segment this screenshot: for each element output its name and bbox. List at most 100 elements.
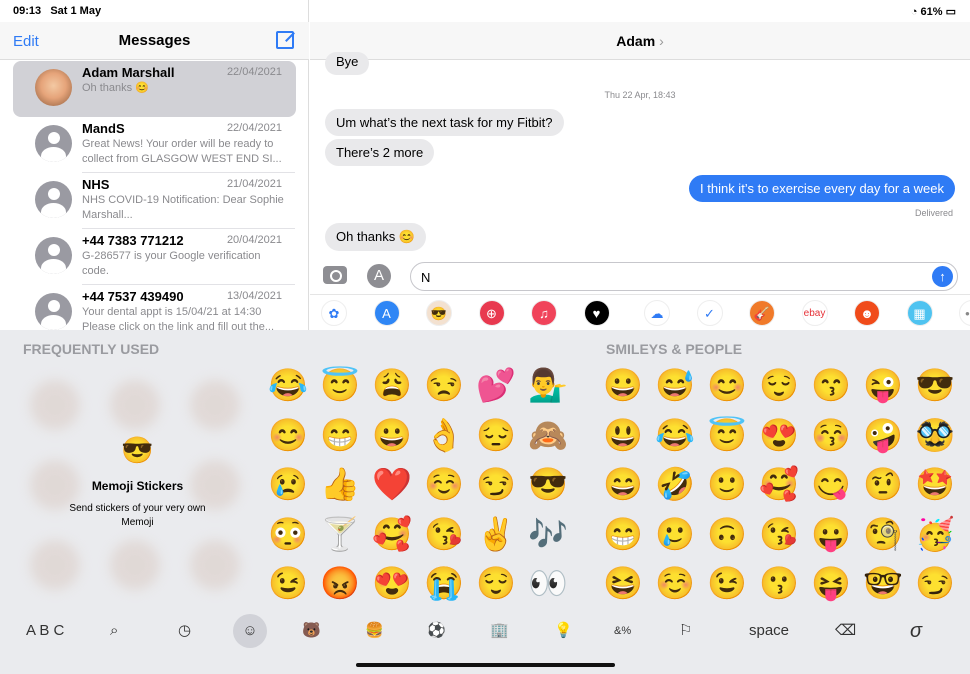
heart-app-icon[interactable]: ♥ xyxy=(583,300,610,326)
symbols-category-icon[interactable]: &% xyxy=(614,618,631,644)
memoji-stickers-promo[interactable]: 😎 Memoji Stickers Send stickers of your … xyxy=(60,435,215,530)
emoji-key[interactable]: 😏 xyxy=(474,462,518,506)
emoji-key[interactable]: 🤪 xyxy=(861,413,905,457)
emoji-key[interactable]: 😊 xyxy=(266,413,310,457)
app-store-icon[interactable]: A xyxy=(373,300,400,326)
emoji-key[interactable]: ☺️ xyxy=(422,462,466,506)
app-store-icon[interactable]: A xyxy=(367,264,391,288)
flags-category-icon[interactable]: ⚐ xyxy=(679,618,692,644)
emoji-key[interactable]: 👀 xyxy=(526,561,570,605)
emoji-key[interactable]: 🥰 xyxy=(757,462,801,506)
emoji-key[interactable]: 😍 xyxy=(757,413,801,457)
message-bubble[interactable]: There’s 2 more xyxy=(325,139,435,166)
emoji-key[interactable]: 😙 xyxy=(809,363,853,407)
emoji-key[interactable]: 😔 xyxy=(474,413,518,457)
emoji-key[interactable]: 😌 xyxy=(474,561,518,605)
space-key[interactable]: space xyxy=(749,618,789,644)
emoji-key[interactable]: 👌 xyxy=(422,413,466,457)
delete-icon[interactable]: ⌫ xyxy=(835,618,856,644)
photos-icon[interactable]: ✿ xyxy=(321,300,347,326)
emoji-key[interactable]: 😘 xyxy=(757,512,801,556)
emoji-key[interactable]: 🥸 xyxy=(913,413,957,457)
message-input[interactable]: N ↑ xyxy=(410,262,958,291)
emoji-key[interactable]: 🎶 xyxy=(526,512,570,556)
conversation-item[interactable]: NHS 21/04/2021 NHS COVID-19 Notification… xyxy=(13,173,296,229)
conversation-item[interactable]: MandS 22/04/2021 Great News! Your order … xyxy=(13,117,296,173)
emoji-key[interactable]: 🥳 xyxy=(913,512,957,556)
conversation-item[interactable]: +44 7383 771212 20/04/2021 G-286577 is y… xyxy=(13,229,296,285)
emoji-key[interactable]: 🤓 xyxy=(861,561,905,605)
send-button[interactable]: ↑ xyxy=(932,266,953,287)
emoji-key[interactable]: 🤩 xyxy=(913,462,957,506)
emoji-key[interactable]: 🤨 xyxy=(861,462,905,506)
emoji-key[interactable]: 😚 xyxy=(809,413,853,457)
contact-name[interactable]: Adam xyxy=(616,33,655,49)
emoji-key[interactable]: 😀 xyxy=(601,363,645,407)
emoji-key[interactable]: 😎 xyxy=(913,363,957,407)
emoji-key[interactable]: 😊 xyxy=(705,363,749,407)
emoji-key[interactable]: 😃 xyxy=(601,413,645,457)
emoji-key[interactable]: 😄 xyxy=(601,462,645,506)
home-indicator[interactable] xyxy=(356,663,615,667)
search-icon[interactable]: ⌕ xyxy=(110,618,118,644)
emoji-key[interactable]: 😂 xyxy=(653,413,697,457)
emoji-key[interactable]: 😢 xyxy=(266,462,310,506)
activity-category-icon[interactable]: ⚽ xyxy=(427,618,446,644)
recent-clock-icon[interactable]: ◷ xyxy=(178,618,191,644)
emoji-key[interactable]: 😁 xyxy=(318,413,362,457)
emoji-key[interactable]: 😜 xyxy=(861,363,905,407)
food-category-icon[interactable]: 🍔 xyxy=(365,618,384,644)
emoji-key[interactable]: ❤️ xyxy=(370,462,414,506)
music-icon[interactable]: ♫ xyxy=(531,300,557,326)
emoji-key[interactable]: 🙂 xyxy=(705,462,749,506)
emoji-key[interactable]: 😅 xyxy=(653,363,697,407)
memoji-icon[interactable]: 😎 xyxy=(426,300,452,326)
emoji-key[interactable]: 👍 xyxy=(318,462,362,506)
compose-icon[interactable] xyxy=(276,31,294,49)
spark-mail-icon[interactable]: ✓ xyxy=(696,300,723,326)
handwriting-icon[interactable]: σ xyxy=(910,618,922,644)
emoji-key[interactable]: 😗 xyxy=(757,561,801,605)
reddit-icon[interactable]: ☻ xyxy=(854,300,880,326)
emoji-key[interactable]: 😭 xyxy=(422,561,466,605)
search-web-icon[interactable]: ⊕ xyxy=(478,300,505,326)
emoji-key[interactable]: 🥲 xyxy=(653,512,697,556)
emoji-key[interactable]: 😉 xyxy=(266,561,310,605)
emoji-key[interactable]: 🙈 xyxy=(526,413,570,457)
emoji-key[interactable]: 🍸 xyxy=(318,512,362,556)
emoji-key[interactable]: 😉 xyxy=(705,561,749,605)
emoji-key[interactable]: ☺️ xyxy=(653,561,697,605)
emoji-key[interactable]: 😍 xyxy=(370,561,414,605)
emoji-key[interactable]: 😎 xyxy=(526,462,570,506)
emoji-key[interactable]: 😋 xyxy=(809,462,853,506)
emoji-key[interactable]: 😳 xyxy=(266,512,310,556)
emoji-key[interactable]: 😝 xyxy=(809,561,853,605)
garageband-icon[interactable]: 🎸 xyxy=(749,300,775,326)
onedrive-icon[interactable]: ☁ xyxy=(644,300,670,326)
travel-category-icon[interactable]: 🏢 xyxy=(490,618,509,644)
objects-category-icon[interactable]: 💡 xyxy=(554,618,573,644)
message-bubble-sent[interactable]: I think it’s to exercise every day for a… xyxy=(689,175,955,202)
emoji-key[interactable]: 😀 xyxy=(370,413,414,457)
emoji-key[interactable]: 😏 xyxy=(913,561,957,605)
emoji-key[interactable]: 😡 xyxy=(318,561,362,605)
emoji-key[interactable]: 😩 xyxy=(370,363,414,407)
ebay-icon[interactable]: ebay xyxy=(801,300,828,326)
emoji-key[interactable]: 💕 xyxy=(474,363,518,407)
emoji-key[interactable]: 😇 xyxy=(318,363,362,407)
emoji-key[interactable]: 😆 xyxy=(601,561,645,605)
emoji-key[interactable]: 🤣 xyxy=(653,462,697,506)
emoji-key[interactable]: 😂 xyxy=(266,363,310,407)
chat-header[interactable]: Adam › xyxy=(310,22,970,60)
emoji-key[interactable]: 💁‍♂️ xyxy=(526,363,570,407)
calendar-app-icon[interactable]: ▦ xyxy=(906,300,933,326)
emoji-key[interactable]: 😛 xyxy=(809,512,853,556)
animals-category-icon[interactable]: 🐻 xyxy=(302,618,321,644)
emoji-key[interactable]: 😒 xyxy=(422,363,466,407)
emoji-key[interactable]: 😘 xyxy=(422,512,466,556)
emoji-key[interactable]: 😇 xyxy=(705,413,749,457)
conversation-item[interactable]: Adam Marshall 22/04/2021 Oh thanks 😊 xyxy=(13,61,296,117)
message-bubble[interactable]: Um what’s the next task for my Fitbit? xyxy=(325,109,564,136)
camera-icon[interactable] xyxy=(323,266,347,284)
emoji-key[interactable]: 😁 xyxy=(601,512,645,556)
